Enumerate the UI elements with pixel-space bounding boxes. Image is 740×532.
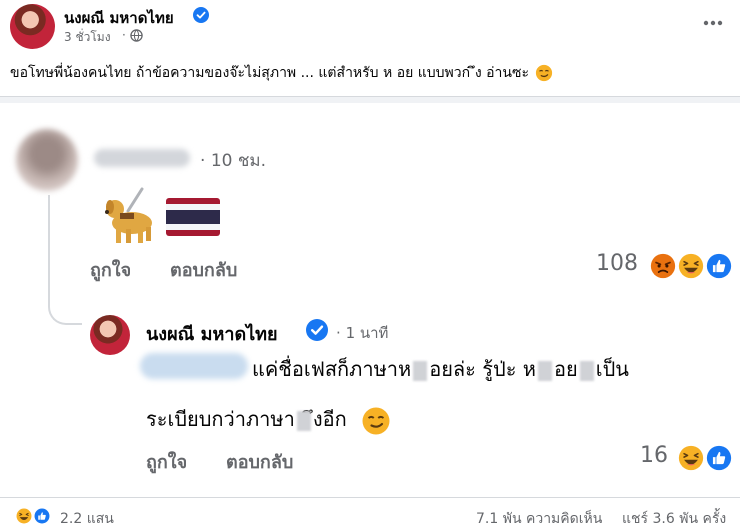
verified-badge-icon: [306, 319, 328, 341]
comment-like-button[interactable]: ถูกใจ: [90, 255, 131, 284]
thailand-flag-icon: [166, 198, 220, 236]
angry-reaction-icon: [648, 251, 678, 281]
commenter-name-blurred[interactable]: [94, 149, 190, 167]
comment-thread: · 10 ชม. ถูกใจ ตอบกลับ 108 นงผณี มหาดไทย…: [0, 103, 740, 497]
reply-reaction-count[interactable]: 16: [640, 443, 668, 468]
post-text-body: ขอโทษพี่น้องคนไทย ถ้าข้อความของจ๊ะไม่สุภ…: [10, 65, 529, 81]
post-time[interactable]: 3 ชั่วโมง: [64, 28, 111, 47]
like-reaction-icon: [704, 251, 734, 281]
comment-reply-button[interactable]: ตอบกลับ: [170, 255, 237, 284]
reply-reply-button[interactable]: ตอบกลับ: [226, 447, 293, 476]
censored-text: [538, 360, 552, 381]
globe-icon[interactable]: [130, 29, 143, 42]
post-text: ขอโทษพี่น้องคนไทย ถ้าข้อความของจ๊ะไม่สุภ…: [10, 62, 553, 84]
haha-reaction-icon: [676, 443, 706, 473]
haha-reaction-icon: [676, 251, 706, 281]
post-header: นงผณี มหาดไทย 3 ชั่วโมง ·: [0, 0, 740, 56]
reply-text-line1: แค่ชื่อเฟสก็ภาษาห อยล่ะ รู้ป่ะ หอย เป็น: [252, 357, 629, 381]
reply-text-line2: ระเบียบกว่าภาษาึงอีก: [146, 403, 391, 436]
author-name[interactable]: นงผณี มหาดไทย: [64, 6, 174, 30]
time-separator: ·: [122, 28, 126, 42]
smirk-emoji-icon: [362, 407, 390, 434]
embedded-comment-screenshot: · 10 ชม. ถูกใจ ตอบกลับ 108 นงผณี มหาดไทย…: [0, 96, 740, 498]
like-reaction-icon: [32, 506, 52, 526]
author-avatar[interactable]: [10, 4, 55, 49]
post-reaction-count[interactable]: 2.2 แสน: [60, 508, 114, 530]
smirk-emoji-icon: [536, 64, 553, 82]
guide-dog-emoji-icon: [105, 187, 152, 243]
mentioned-name-blurred[interactable]: [140, 353, 248, 379]
reply-author-name[interactable]: นงผณี มหาดไทย: [146, 319, 278, 348]
reply-author-avatar[interactable]: [90, 315, 130, 355]
reply-like-button[interactable]: ถูกใจ: [146, 447, 187, 476]
commenter-avatar-blurred[interactable]: [16, 129, 78, 191]
comment-time: · 10 ชม.: [200, 151, 266, 171]
censored-text: [579, 360, 594, 381]
like-reaction-icon: [704, 443, 734, 473]
more-options-button[interactable]: [700, 10, 726, 36]
comment-reaction-count[interactable]: 108: [596, 251, 638, 276]
censored-text: [296, 410, 311, 431]
post-comment-count[interactable]: 7.1 พัน ความคิดเห็น: [476, 508, 602, 530]
post-share-count[interactable]: แชร์ 3.6 พัน ครั้ง: [622, 508, 726, 530]
more-dots-icon: [703, 20, 723, 26]
censored-text: [413, 360, 428, 381]
reply-time: · 1 นาที: [336, 324, 389, 342]
post-stats-bar: 2.2 แสน 7.1 พัน ความคิดเห็น แชร์ 3.6 พัน…: [0, 500, 740, 532]
haha-reaction-icon: [14, 506, 34, 526]
thread-branch: [48, 283, 82, 325]
verified-badge-icon: [193, 7, 209, 23]
